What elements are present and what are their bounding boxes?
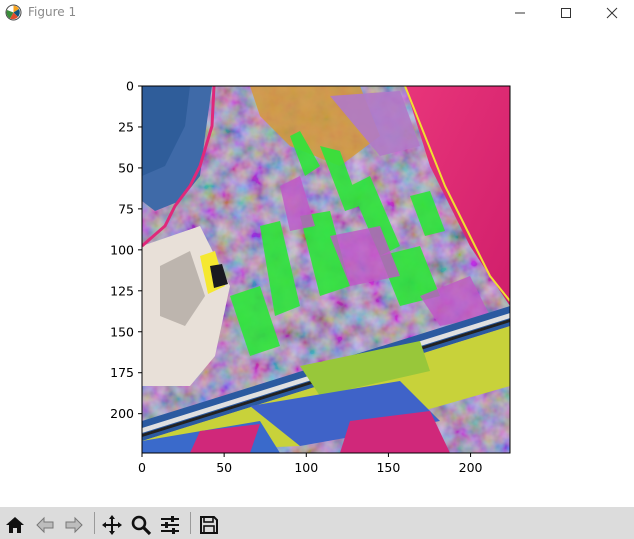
maximize-icon <box>561 8 571 18</box>
navigation-toolbar <box>0 507 634 539</box>
matplotlib-app-icon <box>5 4 22 21</box>
minimize-icon <box>515 12 525 14</box>
forward-icon <box>65 516 83 534</box>
minimize-button[interactable] <box>497 0 543 26</box>
pan-icon <box>102 515 122 535</box>
toolbar-separator <box>94 512 95 534</box>
y-tick-label: 0 <box>126 79 134 94</box>
configure-subplots-button[interactable] <box>157 512 183 536</box>
y-tick-label: 150 <box>110 324 134 339</box>
figure-canvas[interactable]: 0 50 100 150 200 0 25 50 75 100 125 150 175 200 <box>0 26 634 507</box>
window-title: Figure 1 <box>28 5 77 19</box>
maximize-button[interactable] <box>543 0 589 26</box>
toolbar-separator <box>190 512 191 534</box>
zoom-icon <box>131 515 152 536</box>
y-tick-label: 100 <box>110 242 134 257</box>
home-icon <box>6 517 24 533</box>
x-tick-label: 50 <box>216 460 232 475</box>
close-button[interactable] <box>589 0 634 26</box>
image-display <box>142 86 510 453</box>
configure-subplots-icon <box>161 516 179 534</box>
close-icon <box>606 7 618 19</box>
forward-button[interactable] <box>61 512 87 536</box>
plot-svg: 0 50 100 150 200 0 25 50 75 100 125 150 175 200 <box>110 79 511 475</box>
y-axis: 0 25 50 75 100 125 150 175 200 <box>110 79 142 421</box>
zoom-button[interactable] <box>128 512 154 536</box>
y-tick-label: 200 <box>110 406 134 421</box>
pan-button[interactable] <box>99 512 125 536</box>
x-axis: 0 50 100 150 200 <box>138 453 483 475</box>
y-tick-label: 25 <box>118 119 134 134</box>
x-tick-label: 100 <box>294 460 318 475</box>
save-icon <box>200 516 218 534</box>
title-bar: Figure 1 <box>0 0 634 26</box>
x-tick-label: 0 <box>138 460 146 475</box>
back-button[interactable] <box>32 512 58 536</box>
back-icon <box>36 516 54 534</box>
y-tick-label: 175 <box>110 365 134 380</box>
y-tick-label: 75 <box>118 201 134 216</box>
y-tick-label: 50 <box>118 160 134 175</box>
home-button[interactable] <box>2 512 28 536</box>
y-tick-label: 125 <box>110 283 134 298</box>
save-button[interactable] <box>196 512 222 536</box>
x-tick-label: 150 <box>376 460 400 475</box>
x-tick-label: 200 <box>459 460 483 475</box>
